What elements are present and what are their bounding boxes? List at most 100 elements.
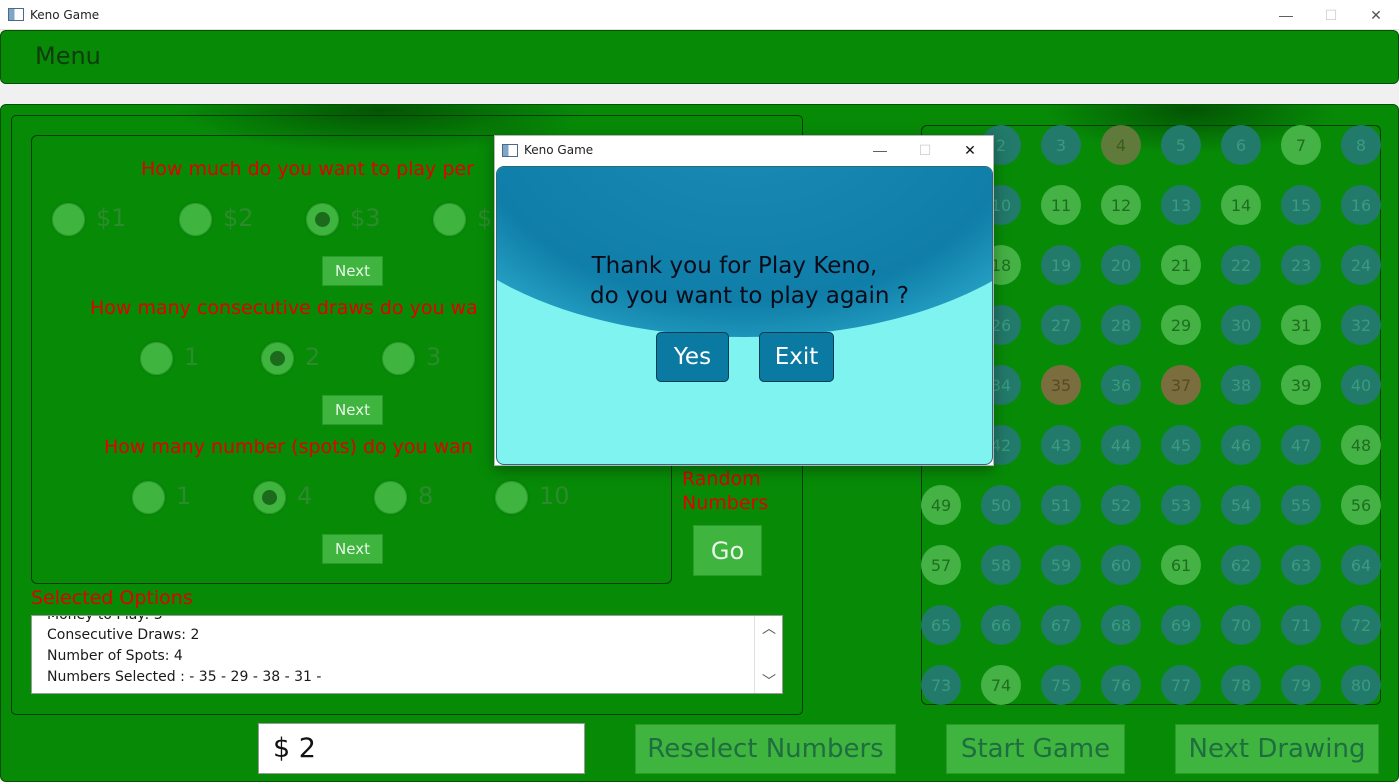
number-ball-64[interactable]: 64: [1341, 545, 1381, 585]
number-ball-49[interactable]: 49: [921, 485, 961, 525]
number-ball-43[interactable]: 43: [1041, 425, 1081, 465]
number-ball-21[interactable]: 21: [1161, 245, 1201, 285]
number-ball-32[interactable]: 32: [1341, 305, 1381, 345]
menu-button[interactable]: Menu: [35, 42, 101, 70]
next-drawing-button[interactable]: Next Drawing: [1175, 724, 1379, 774]
number-ball-63[interactable]: 63: [1281, 545, 1321, 585]
number-ball-13[interactable]: 13: [1161, 185, 1201, 225]
number-ball-45[interactable]: 45: [1161, 425, 1201, 465]
number-ball-8[interactable]: 8: [1341, 125, 1381, 165]
number-ball-6[interactable]: 6: [1221, 125, 1261, 165]
exit-button[interactable]: Exit: [759, 332, 834, 382]
number-ball-60[interactable]: 60: [1101, 545, 1141, 585]
radio-money-1[interactable]: [52, 203, 85, 236]
number-ball-62[interactable]: 62: [1221, 545, 1261, 585]
maximize-button[interactable]: ☐: [1308, 0, 1354, 30]
go-button[interactable]: Go: [693, 525, 762, 576]
next-button-spots[interactable]: Next: [322, 534, 383, 564]
number-ball-29[interactable]: 29: [1161, 305, 1201, 345]
reselect-numbers-button[interactable]: Reselect Numbers: [635, 724, 896, 774]
yes-button[interactable]: Yes: [656, 332, 729, 382]
scrollbar[interactable]: ︿ ﹀: [754, 616, 782, 693]
number-ball-52[interactable]: 52: [1101, 485, 1141, 525]
amount-input[interactable]: $ 2: [258, 723, 585, 774]
dialog-minimize-button[interactable]: —: [857, 136, 903, 164]
number-ball-4[interactable]: 4: [1101, 125, 1141, 165]
number-ball-3[interactable]: 3: [1041, 125, 1081, 165]
number-ball-66[interactable]: 66: [981, 605, 1021, 645]
number-ball-75[interactable]: 75: [1041, 665, 1081, 705]
number-ball-14[interactable]: 14: [1221, 185, 1261, 225]
next-button-money[interactable]: Next: [322, 256, 383, 286]
number-ball-22[interactable]: 22: [1221, 245, 1261, 285]
radio-money-4[interactable]: [433, 203, 466, 236]
number-ball-16[interactable]: 16: [1341, 185, 1381, 225]
next-button-draws[interactable]: Next: [322, 395, 383, 425]
number-ball-24[interactable]: 24: [1341, 245, 1381, 285]
dialog-maximize-button[interactable]: ☐: [902, 136, 948, 164]
number-ball-12[interactable]: 12: [1101, 185, 1141, 225]
number-ball-78[interactable]: 78: [1221, 665, 1261, 705]
minimize-button[interactable]: —: [1263, 0, 1309, 30]
radio-money-3[interactable]: [306, 203, 339, 236]
radio-draws-3[interactable]: [382, 342, 415, 375]
radio-draws-2[interactable]: [261, 342, 294, 375]
number-ball-76[interactable]: 76: [1101, 665, 1141, 705]
number-ball-36[interactable]: 36: [1101, 365, 1141, 405]
radio-spots-8[interactable]: [374, 481, 407, 514]
number-ball-11[interactable]: 11: [1041, 185, 1081, 225]
number-ball-5[interactable]: 5: [1161, 125, 1201, 165]
number-ball-55[interactable]: 55: [1281, 485, 1321, 525]
radio-spots-4[interactable]: [253, 481, 286, 514]
number-ball-15[interactable]: 15: [1281, 185, 1321, 225]
number-ball-74[interactable]: 74: [981, 665, 1021, 705]
number-ball-19[interactable]: 19: [1041, 245, 1081, 285]
number-ball-79[interactable]: 79: [1281, 665, 1321, 705]
number-ball-48[interactable]: 48: [1341, 425, 1381, 465]
number-ball-53[interactable]: 53: [1161, 485, 1201, 525]
number-ball-31[interactable]: 31: [1281, 305, 1321, 345]
number-ball-70[interactable]: 70: [1221, 605, 1261, 645]
number-ball-7[interactable]: 7: [1281, 125, 1321, 165]
number-ball-68[interactable]: 68: [1101, 605, 1141, 645]
number-ball-20[interactable]: 20: [1101, 245, 1141, 285]
number-ball-73[interactable]: 73: [921, 665, 961, 705]
number-ball-69[interactable]: 69: [1161, 605, 1201, 645]
number-ball-61[interactable]: 61: [1161, 545, 1201, 585]
number-ball-37[interactable]: 37: [1161, 365, 1201, 405]
number-ball-77[interactable]: 77: [1161, 665, 1201, 705]
number-ball-46[interactable]: 46: [1221, 425, 1261, 465]
number-ball-28[interactable]: 28: [1101, 305, 1141, 345]
number-ball-72[interactable]: 72: [1341, 605, 1381, 645]
number-ball-80[interactable]: 80: [1341, 665, 1381, 705]
number-ball-40[interactable]: 40: [1341, 365, 1381, 405]
number-ball-57[interactable]: 57: [921, 545, 961, 585]
scroll-down-icon[interactable]: ﹀: [761, 673, 777, 689]
number-ball-56[interactable]: 56: [1341, 485, 1381, 525]
number-ball-44[interactable]: 44: [1101, 425, 1141, 465]
number-ball-71[interactable]: 71: [1281, 605, 1321, 645]
close-button[interactable]: ✕: [1353, 0, 1399, 30]
radio-money-2[interactable]: [179, 203, 212, 236]
number-ball-67[interactable]: 67: [1041, 605, 1081, 645]
number-ball-35[interactable]: 35: [1041, 365, 1081, 405]
number-ball-59[interactable]: 59: [1041, 545, 1081, 585]
start-game-button[interactable]: Start Game: [946, 724, 1125, 774]
number-ball-39[interactable]: 39: [1281, 365, 1321, 405]
dialog-close-button[interactable]: ✕: [947, 136, 993, 164]
number-ball-38[interactable]: 38: [1221, 365, 1261, 405]
number-ball-30[interactable]: 30: [1221, 305, 1261, 345]
number-ball-47[interactable]: 47: [1281, 425, 1321, 465]
number-ball-50[interactable]: 50: [981, 485, 1021, 525]
radio-draws-1[interactable]: [140, 342, 173, 375]
number-ball-27[interactable]: 27: [1041, 305, 1081, 345]
number-ball-54[interactable]: 54: [1221, 485, 1261, 525]
number-ball-23[interactable]: 23: [1281, 245, 1321, 285]
radio-spots-10[interactable]: [495, 481, 528, 514]
selected-options-list[interactable]: Money to Play: 3 Consecutive Draws: 2 Nu…: [31, 615, 783, 694]
number-ball-58[interactable]: 58: [981, 545, 1021, 585]
number-ball-51[interactable]: 51: [1041, 485, 1081, 525]
scroll-up-icon[interactable]: ︿: [761, 620, 777, 636]
number-ball-65[interactable]: 65: [921, 605, 961, 645]
radio-spots-1[interactable]: [132, 481, 165, 514]
